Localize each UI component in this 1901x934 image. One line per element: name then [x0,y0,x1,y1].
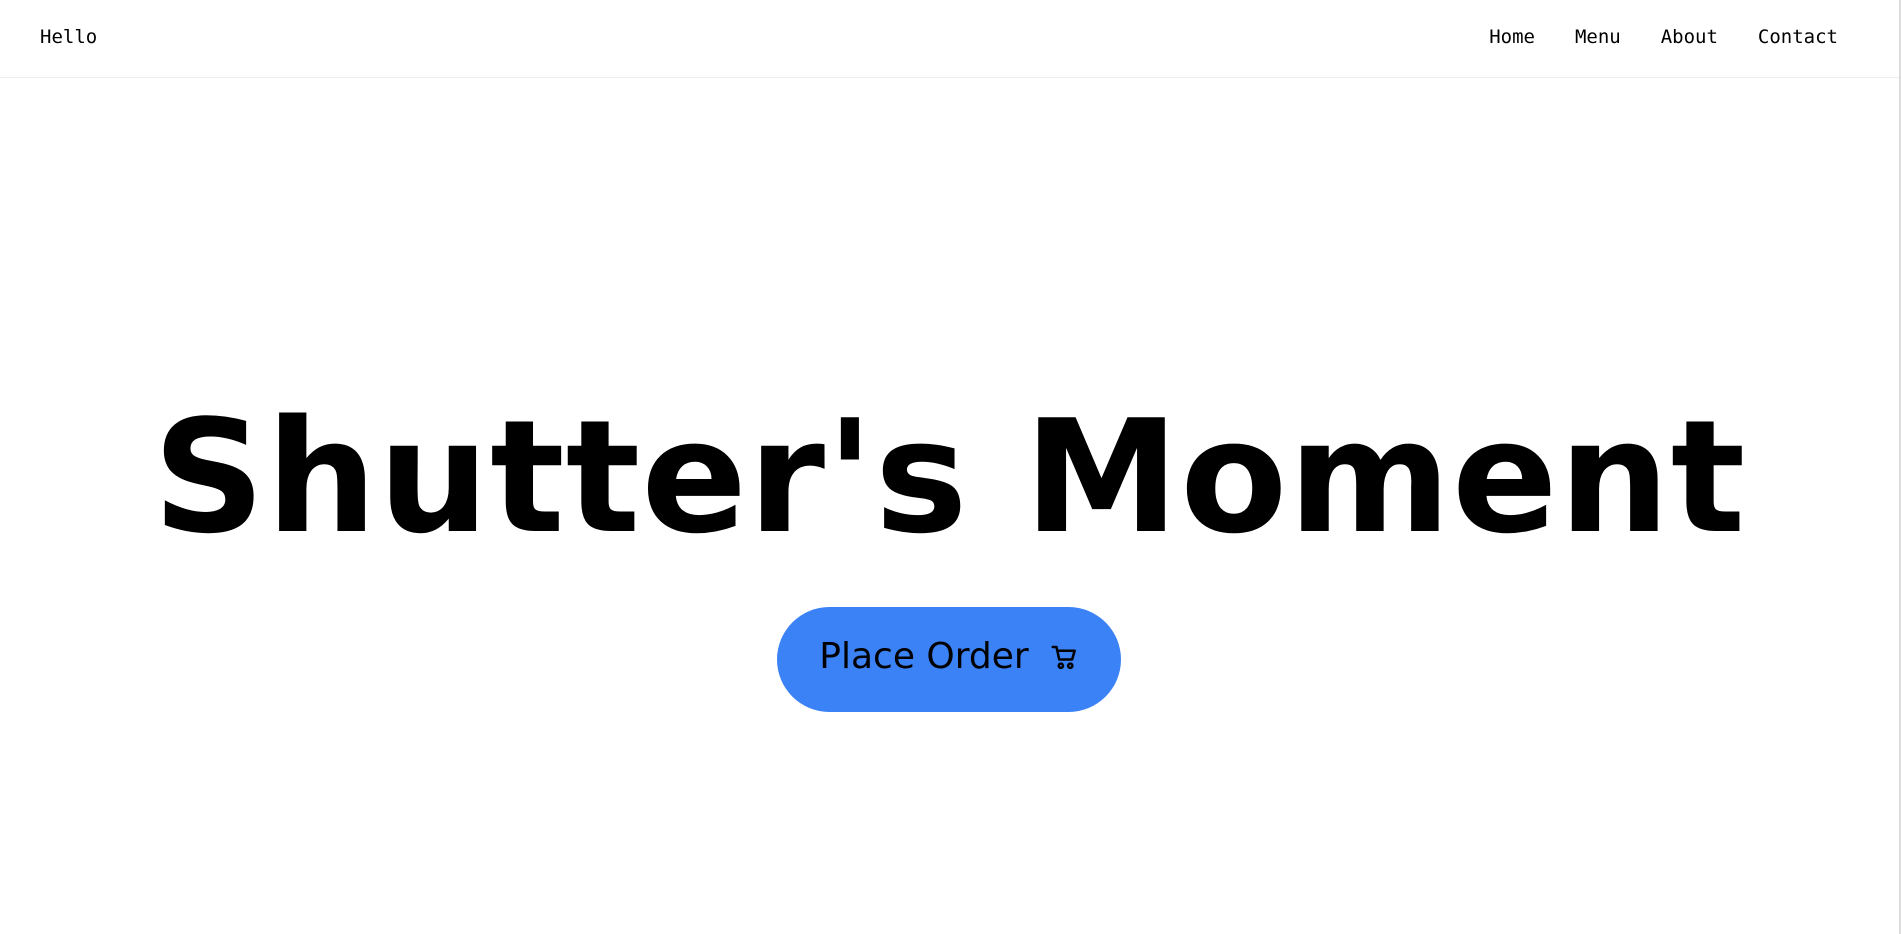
nav-link-menu[interactable]: Menu [1575,25,1621,49]
place-order-label: Place Order [819,636,1029,677]
cart-icon [1049,642,1079,672]
nav-links: Home Menu About Contact [1489,25,1838,49]
place-order-button[interactable]: Place Order [777,607,1121,712]
hero-title: Shutter's Moment [152,386,1747,568]
top-navbar: Hello Home Menu About Contact [0,0,1899,78]
nav-link-about[interactable]: About [1661,25,1718,49]
nav-link-home[interactable]: Home [1489,25,1535,49]
nav-link-contact[interactable]: Contact [1758,25,1838,49]
brand-logo-text[interactable]: Hello [40,25,97,49]
